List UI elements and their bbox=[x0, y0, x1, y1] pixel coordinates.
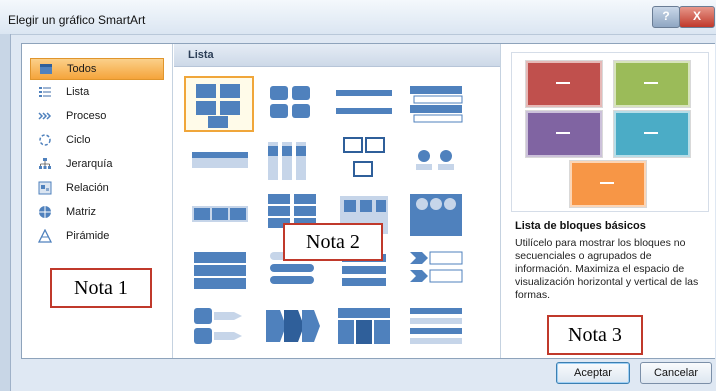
layout-thumbnail-2[interactable] bbox=[256, 78, 324, 128]
window-title: Elegir un gráfico SmartArt bbox=[8, 13, 146, 27]
layout-thumbnail bbox=[192, 206, 248, 222]
layout-thumbnail bbox=[410, 308, 462, 344]
preview-block-blue bbox=[614, 111, 690, 157]
layout-thumbnail-16[interactable] bbox=[402, 246, 470, 296]
category-proceso[interactable]: Proceso bbox=[30, 106, 170, 126]
note-1: Nota 1 bbox=[50, 268, 152, 308]
category-label: Matriz bbox=[66, 206, 96, 218]
layout-thumbnail-8[interactable] bbox=[402, 134, 470, 184]
layout-gallery: Lista bbox=[174, 44, 650, 358]
cycle-icon bbox=[39, 134, 51, 146]
ok-button[interactable]: Aceptar bbox=[556, 362, 630, 384]
layout-thumbnail-20[interactable] bbox=[402, 302, 470, 352]
layout-thumbnail bbox=[196, 84, 240, 128]
close-button[interactable]: X bbox=[679, 6, 715, 28]
layout-thumbnail bbox=[410, 86, 463, 123]
layout-basic-block-list[interactable] bbox=[184, 76, 254, 132]
category-todos[interactable]: Todos bbox=[30, 58, 164, 80]
dialog-content: Todos Lista Proceso Ciclo Jerarquía Rela… bbox=[21, 43, 715, 359]
list-icon bbox=[39, 87, 51, 97]
category-ciclo[interactable]: Ciclo bbox=[30, 130, 170, 150]
layout-thumbnail bbox=[338, 308, 390, 344]
category-relacion[interactable]: Relación bbox=[30, 178, 170, 198]
layout-thumbnail bbox=[336, 90, 392, 114]
cancel-button[interactable]: Cancelar bbox=[640, 362, 712, 384]
category-label: Proceso bbox=[66, 110, 107, 122]
all-icon bbox=[40, 64, 52, 74]
category-label: Ciclo bbox=[66, 134, 91, 146]
note-3: Nota 3 bbox=[547, 315, 643, 355]
category-label: Relación bbox=[66, 182, 109, 194]
help-button[interactable]: ? bbox=[652, 6, 680, 28]
matrix-icon bbox=[39, 206, 51, 218]
layout-thumbnail-9[interactable] bbox=[186, 190, 254, 240]
preview-block-purple bbox=[526, 111, 602, 157]
layout-thumbnail-4[interactable] bbox=[402, 78, 470, 128]
window-edge bbox=[0, 34, 11, 391]
category-matriz[interactable]: Matriz bbox=[30, 202, 170, 222]
category-label: Jerarquía bbox=[66, 158, 113, 170]
pyramid-icon bbox=[38, 229, 52, 243]
category-lista[interactable]: Lista bbox=[30, 82, 170, 102]
preview-panel: Lista de bloques básicos Utilícelo para … bbox=[500, 44, 715, 358]
layout-thumbnail-6[interactable] bbox=[258, 134, 326, 184]
hierarchy-icon bbox=[39, 158, 51, 169]
preview-block-green bbox=[614, 61, 690, 107]
layout-thumbnail bbox=[416, 150, 454, 170]
process-icon bbox=[38, 112, 52, 120]
gallery-header: Lista bbox=[174, 44, 500, 67]
preview-block-red bbox=[526, 61, 602, 107]
title-bar: Elegir un gráfico SmartArt ? X bbox=[0, 0, 716, 35]
category-label: Pirámide bbox=[66, 230, 110, 242]
layout-preview bbox=[511, 52, 709, 212]
category-jerarquia[interactable]: Jerarquía bbox=[30, 154, 170, 174]
layout-thumbnail-18[interactable] bbox=[258, 302, 326, 352]
category-panel: Todos Lista Proceso Ciclo Jerarquía Rela… bbox=[22, 44, 173, 358]
layout-thumbnail bbox=[194, 252, 246, 289]
layout-thumbnail-5[interactable] bbox=[186, 134, 254, 184]
note-2: Nota 2 bbox=[283, 223, 383, 261]
layout-thumbnail bbox=[410, 251, 463, 283]
layout-thumbnail bbox=[410, 194, 462, 236]
layout-thumbnail-13[interactable] bbox=[186, 246, 254, 296]
relationship-icon bbox=[38, 181, 52, 195]
layout-thumbnail-19[interactable] bbox=[330, 302, 398, 352]
category-label: Todos bbox=[67, 63, 97, 75]
layout-description: Utilícelo para mostrar los bloques no se… bbox=[515, 237, 699, 301]
layout-thumbnail-7[interactable] bbox=[330, 134, 398, 184]
category-piramide[interactable]: Pirámide bbox=[30, 226, 170, 246]
layout-thumbnail bbox=[266, 310, 320, 342]
layout-thumbnail bbox=[194, 308, 242, 344]
layout-thumbnail-3[interactable] bbox=[330, 78, 398, 128]
gallery-header-label: Lista bbox=[188, 49, 214, 61]
layout-thumbnail-17[interactable] bbox=[186, 302, 254, 352]
layout-thumbnail bbox=[270, 86, 310, 118]
smartart-dialog: Elegir un gráfico SmartArt ? X Todos Lis… bbox=[0, 0, 716, 391]
layout-title: Lista de bloques básicos bbox=[515, 220, 646, 232]
layout-thumbnail bbox=[343, 137, 385, 177]
layout-thumbnail bbox=[192, 152, 248, 168]
layout-thumbnail-12[interactable] bbox=[402, 190, 470, 240]
category-label: Lista bbox=[66, 86, 90, 98]
layout-thumbnail bbox=[268, 142, 306, 180]
preview-block-orange bbox=[570, 161, 646, 207]
